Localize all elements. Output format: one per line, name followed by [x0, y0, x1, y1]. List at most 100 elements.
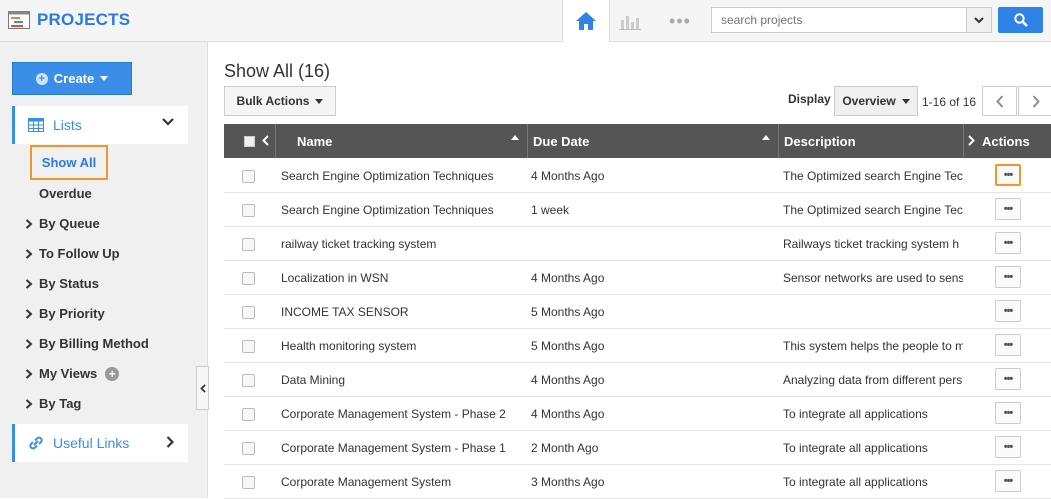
row-checkbox[interactable]	[242, 170, 255, 183]
row-due-date: 5 Months Ago	[531, 338, 605, 353]
more-dots-icon: •••	[669, 10, 691, 31]
row-due-date: 4 Months Ago	[531, 168, 605, 183]
column-header-due-date[interactable]: Due Date	[533, 124, 589, 158]
collapse-columns-icon[interactable]	[262, 135, 269, 146]
sidebar-item-by-billing-method[interactable]: By Billing Method	[24, 336, 149, 351]
table-row[interactable]: railway ticket tracking system Railways …	[224, 227, 1051, 261]
row-name[interactable]: Corporate Management System - Phase 1	[281, 431, 527, 464]
row-checkbox[interactable]	[242, 442, 255, 455]
link-icon	[29, 436, 43, 450]
select-all-checkbox[interactable]	[244, 136, 255, 147]
table-row[interactable]: Health monitoring system 5 Months Ago Th…	[224, 329, 1051, 363]
sidebar-item-show-all[interactable]: Show All	[30, 145, 108, 180]
row-name[interactable]: Localization in WSN	[281, 261, 527, 294]
create-button[interactable]: + Create	[12, 62, 132, 95]
row-actions-button[interactable]: •••	[995, 300, 1021, 322]
bulk-actions-label: Bulk Actions	[236, 94, 310, 108]
row-actions-button[interactable]: •••	[995, 266, 1021, 288]
row-description: The Optimized search Engine Tec	[783, 168, 963, 183]
row-name[interactable]: Corporate Management System	[281, 465, 527, 498]
row-name[interactable]: railway ticket tracking system	[281, 227, 527, 260]
row-actions-button[interactable]: •••	[995, 164, 1021, 186]
sidebar-item-label: By Priority	[39, 306, 105, 321]
table-row[interactable]: Corporate Management System 3 Months Ago…	[224, 465, 1051, 499]
paging-count: 1-16 of 16	[922, 95, 977, 109]
row-actions-button[interactable]: •••	[995, 198, 1021, 220]
sidebar-item-label: My Views	[39, 366, 98, 381]
add-view-icon[interactable]: +	[105, 366, 120, 381]
row-checkbox[interactable]	[242, 374, 255, 387]
row-actions-button[interactable]: •••	[995, 436, 1021, 458]
row-actions-button[interactable]: •••	[995, 402, 1021, 424]
sidebar-collapse-handle[interactable]	[196, 366, 209, 410]
row-name[interactable]: Search Engine Optimization Techniques	[281, 193, 527, 226]
row-checkbox[interactable]	[242, 204, 255, 217]
row-actions-button[interactable]: •••	[995, 368, 1021, 390]
next-page-button[interactable]	[1018, 86, 1051, 116]
table-row[interactable]: Search Engine Optimization Techniques 1 …	[224, 193, 1051, 227]
caret-down-icon	[100, 76, 109, 81]
bulk-actions-button[interactable]: Bulk Actions	[224, 86, 336, 116]
useful-links-panel-header[interactable]: Useful Links	[12, 424, 188, 462]
home-tab[interactable]	[562, 0, 610, 42]
chevron-down-icon	[974, 16, 984, 23]
lists-label: Lists	[53, 117, 82, 133]
row-name[interactable]: Health monitoring system	[281, 329, 527, 362]
table-row[interactable]: Data Mining 4 Months Ago Analyzing data …	[224, 363, 1051, 397]
bar-chart-icon	[619, 16, 641, 30]
search-dropdown-button[interactable]	[966, 7, 992, 33]
row-description: Railways ticket tracking system h	[783, 236, 960, 251]
lists-panel-header[interactable]: Lists	[12, 106, 188, 144]
chevron-right-icon	[166, 436, 174, 448]
row-actions-button[interactable]: •••	[995, 470, 1021, 492]
display-value: Overview	[842, 94, 896, 108]
row-checkbox[interactable]	[242, 408, 255, 421]
column-header-description[interactable]: Description	[784, 124, 856, 158]
row-actions-button[interactable]: •••	[995, 232, 1021, 254]
app-title[interactable]: PROJECTS	[37, 10, 130, 30]
row-name[interactable]: Search Engine Optimization Techniques	[281, 159, 527, 192]
more-tab[interactable]: •••	[660, 0, 700, 42]
sidebar-item-to-follow-up[interactable]: To Follow Up	[24, 246, 120, 261]
table-row[interactable]: Corporate Management System - Phase 2 4 …	[224, 397, 1051, 431]
sidebar-item-overdue[interactable]: Overdue	[39, 186, 92, 201]
search-input[interactable]	[711, 7, 967, 33]
table-grid-icon	[28, 118, 44, 132]
row-description: To integrate all applications	[783, 474, 928, 489]
table-row[interactable]: Search Engine Optimization Techniques 4 …	[224, 159, 1051, 193]
row-name[interactable]: Data Mining	[281, 363, 527, 396]
table-row[interactable]: Localization in WSN 4 Months Ago Sensor …	[224, 261, 1051, 295]
sidebar-item-by-priority[interactable]: By Priority	[24, 306, 105, 321]
sidebar-item-my-views[interactable]: My Views +	[24, 366, 120, 381]
row-checkbox[interactable]	[242, 238, 255, 251]
row-checkbox[interactable]	[242, 340, 255, 353]
sidebar-item-by-status[interactable]: By Status	[24, 276, 99, 291]
table-row[interactable]: Corporate Management System - Phase 1 2 …	[224, 431, 1051, 465]
previous-page-button[interactable]	[982, 86, 1017, 116]
column-header-name[interactable]: Name	[297, 124, 332, 158]
sort-asc-icon[interactable]	[762, 135, 770, 140]
display-select[interactable]: Overview	[834, 86, 918, 116]
row-checkbox[interactable]	[242, 476, 255, 489]
search-icon	[1013, 13, 1028, 27]
table-row[interactable]: INCOME TAX SENSOR 5 Months Ago •••	[224, 295, 1051, 329]
row-description: The Optimized search Engine Tec	[783, 202, 963, 217]
row-checkbox[interactable]	[242, 306, 255, 319]
column-header-actions: Actions	[982, 133, 1030, 149]
search-button[interactable]	[998, 7, 1043, 33]
row-description: To integrate all applications	[783, 440, 928, 455]
sort-asc-icon[interactable]	[511, 135, 519, 140]
row-name[interactable]: Corporate Management System - Phase 2	[281, 397, 527, 430]
top-bar: PROJECTS •••	[0, 0, 1051, 42]
sidebar-item-label: By Billing Method	[39, 336, 149, 351]
row-checkbox[interactable]	[242, 272, 255, 285]
sidebar-item-by-queue[interactable]: By Queue	[24, 216, 100, 231]
expand-columns-icon[interactable]	[968, 135, 975, 146]
reports-tab[interactable]	[612, 0, 648, 42]
sidebar-item-by-tag[interactable]: By Tag	[24, 396, 81, 411]
chevron-right-icon	[25, 278, 33, 289]
row-actions-button[interactable]: •••	[995, 334, 1021, 356]
row-description: To integrate all applications	[783, 406, 928, 421]
row-name[interactable]: INCOME TAX SENSOR	[281, 295, 527, 328]
chevron-left-icon	[199, 383, 206, 393]
